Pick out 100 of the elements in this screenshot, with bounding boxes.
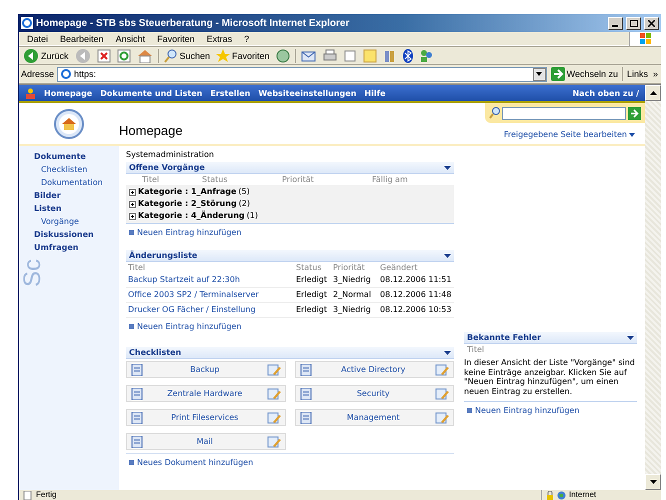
page-title: Homepage xyxy=(119,123,183,138)
edit-icon xyxy=(435,388,449,400)
checklist-tile[interactable]: Backup xyxy=(126,361,286,378)
sidebar-item[interactable]: Checklisten xyxy=(34,163,119,176)
group-label[interactable]: Kategorie : 4_Änderung xyxy=(138,210,245,222)
bluetooth-button[interactable] xyxy=(402,47,414,64)
webpart-menu-button[interactable] xyxy=(444,166,451,170)
add-item-link[interactable]: Neuen Eintrag hinzufügen xyxy=(464,406,637,415)
vertical-scrollbar[interactable] xyxy=(645,85,661,490)
page-icon xyxy=(342,48,357,62)
home-button[interactable] xyxy=(136,47,154,64)
sidebar-item[interactable]: Vorgänge xyxy=(34,215,119,228)
item-link[interactable]: Drucker OG Fächer / Einstellung xyxy=(128,305,256,314)
search-button[interactable]: Suchen xyxy=(162,47,212,64)
dropdown-button[interactable] xyxy=(532,68,546,80)
globe-icon xyxy=(557,490,566,500)
table-cell: 3_Niedrig xyxy=(333,305,371,314)
table-cell: 08.12.2006 11:51 xyxy=(380,275,452,284)
nav-link[interactable]: Hilfe xyxy=(364,88,386,98)
checklist-tile[interactable]: Security xyxy=(294,385,454,402)
sidebar-heading[interactable]: Umfragen xyxy=(34,241,119,254)
refresh-button[interactable] xyxy=(116,47,132,64)
status-text: Fertig xyxy=(36,490,56,500)
column-header: Priorität xyxy=(333,262,366,273)
note-icon xyxy=(362,48,377,62)
address-field[interactable]: https: xyxy=(57,66,547,82)
checklist-tile[interactable]: Mail xyxy=(126,433,286,450)
nav-link[interactable]: Erstellen xyxy=(210,88,250,98)
add-item-link[interactable]: Neuen Eintrag hinzufügen xyxy=(126,228,454,237)
item-link[interactable]: Backup Startzeit auf 22:30h xyxy=(128,275,240,284)
scroll-up-button[interactable] xyxy=(645,85,661,101)
menu-item[interactable]: ? xyxy=(238,34,256,44)
column-header: Titel xyxy=(142,174,160,185)
edit-icon xyxy=(266,364,280,376)
search-icon xyxy=(164,48,178,62)
table-cell: Erledigt xyxy=(296,275,328,284)
dropdown-arrow-icon xyxy=(627,336,634,340)
sidebar-heading[interactable]: Dokumente xyxy=(34,150,119,163)
webpart-menu-button[interactable] xyxy=(444,254,451,258)
refresh-icon xyxy=(116,48,131,62)
checklist-tile[interactable]: Zentrale Hardware xyxy=(126,385,286,402)
sidebar-heading[interactable]: Listen xyxy=(34,202,119,215)
bullet-icon xyxy=(129,230,134,235)
breadcrumb: Systemadministration xyxy=(126,150,214,159)
nav-link[interactable]: Websiteeinstellungen xyxy=(258,88,356,98)
item-link[interactable]: Office 2003 SP2 / Terminalserver xyxy=(128,290,259,299)
sidebar-heading[interactable]: Diskussionen xyxy=(34,228,119,241)
webpart-title: Änderungsliste xyxy=(129,251,198,260)
table-cell: Erledigt xyxy=(296,305,328,314)
sidebar-item[interactable]: Dokumentation xyxy=(34,176,119,189)
lock-icon xyxy=(546,490,554,500)
menu-item[interactable]: Bearbeiten xyxy=(54,34,110,44)
menu-item[interactable]: Extras xyxy=(200,34,238,44)
dropdown-arrow-icon xyxy=(444,254,451,258)
webpart-menu-button[interactable] xyxy=(444,350,451,354)
add-document-link[interactable]: Neues Dokument hinzufügen xyxy=(126,458,454,467)
nav-link[interactable]: Dokumente und Listen xyxy=(100,88,202,98)
go-button[interactable]: Wechseln zu xyxy=(550,66,619,82)
group-label[interactable]: Kategorie : 2_Störung xyxy=(138,198,237,210)
back-button[interactable]: Zurück xyxy=(22,47,70,64)
stop-button[interactable] xyxy=(96,47,112,64)
search-go-button[interactable] xyxy=(628,106,641,120)
checklist-tile[interactable]: Active Directory xyxy=(294,361,454,378)
more-button[interactable]: » xyxy=(652,66,659,82)
edit-page-link[interactable]: Freigegebene Seite bearbeiten xyxy=(504,130,635,139)
favorites-button[interactable]: Favoriten xyxy=(215,47,271,64)
document-icon xyxy=(131,412,143,424)
column-header: Priorität xyxy=(282,174,315,185)
maximize-button[interactable] xyxy=(626,16,641,30)
table-cell: Erledigt xyxy=(296,290,328,299)
menu-item[interactable]: Datei xyxy=(21,34,54,44)
sidebar-heading[interactable]: Bilder xyxy=(34,189,119,202)
webpart-menu-button[interactable] xyxy=(627,336,634,340)
table-cell: 3_Niedrig xyxy=(333,275,371,284)
add-item-link[interactable]: Neuen Eintrag hinzufügen xyxy=(126,322,454,331)
nav-link[interactable]: Homepage xyxy=(44,88,92,98)
search-field[interactable] xyxy=(502,106,626,120)
close-button[interactable] xyxy=(644,16,659,30)
menu-item[interactable]: Favoriten xyxy=(151,34,201,44)
column-header: Status xyxy=(296,262,322,273)
minimize-button[interactable] xyxy=(608,16,623,30)
scroll-down-button[interactable] xyxy=(645,474,661,490)
edit-icon xyxy=(266,412,280,424)
expand-icon xyxy=(129,212,136,220)
webpart-title: Checklisten xyxy=(129,348,182,357)
go-arrow-icon xyxy=(630,108,639,118)
column-header: Titel xyxy=(128,262,146,273)
menu-item[interactable]: Ansicht xyxy=(110,34,152,44)
edit-icon xyxy=(435,364,449,376)
table-cell: 08.12.2006 10:53 xyxy=(380,305,452,314)
group-label[interactable]: Kategorie : 1_Anfrage xyxy=(138,186,236,198)
column-header: Fällig am xyxy=(372,174,409,185)
browser-icon xyxy=(60,68,72,80)
checklist-tile[interactable]: Print Fileservices xyxy=(126,409,286,426)
checklist-tile[interactable]: Management xyxy=(294,409,454,426)
expand-icon xyxy=(129,200,136,208)
up-link[interactable]: Nach oben zu / xyxy=(572,88,639,98)
bluetooth-icon xyxy=(402,48,413,62)
links-button[interactable]: Links xyxy=(626,66,649,82)
media-button[interactable] xyxy=(274,47,291,64)
